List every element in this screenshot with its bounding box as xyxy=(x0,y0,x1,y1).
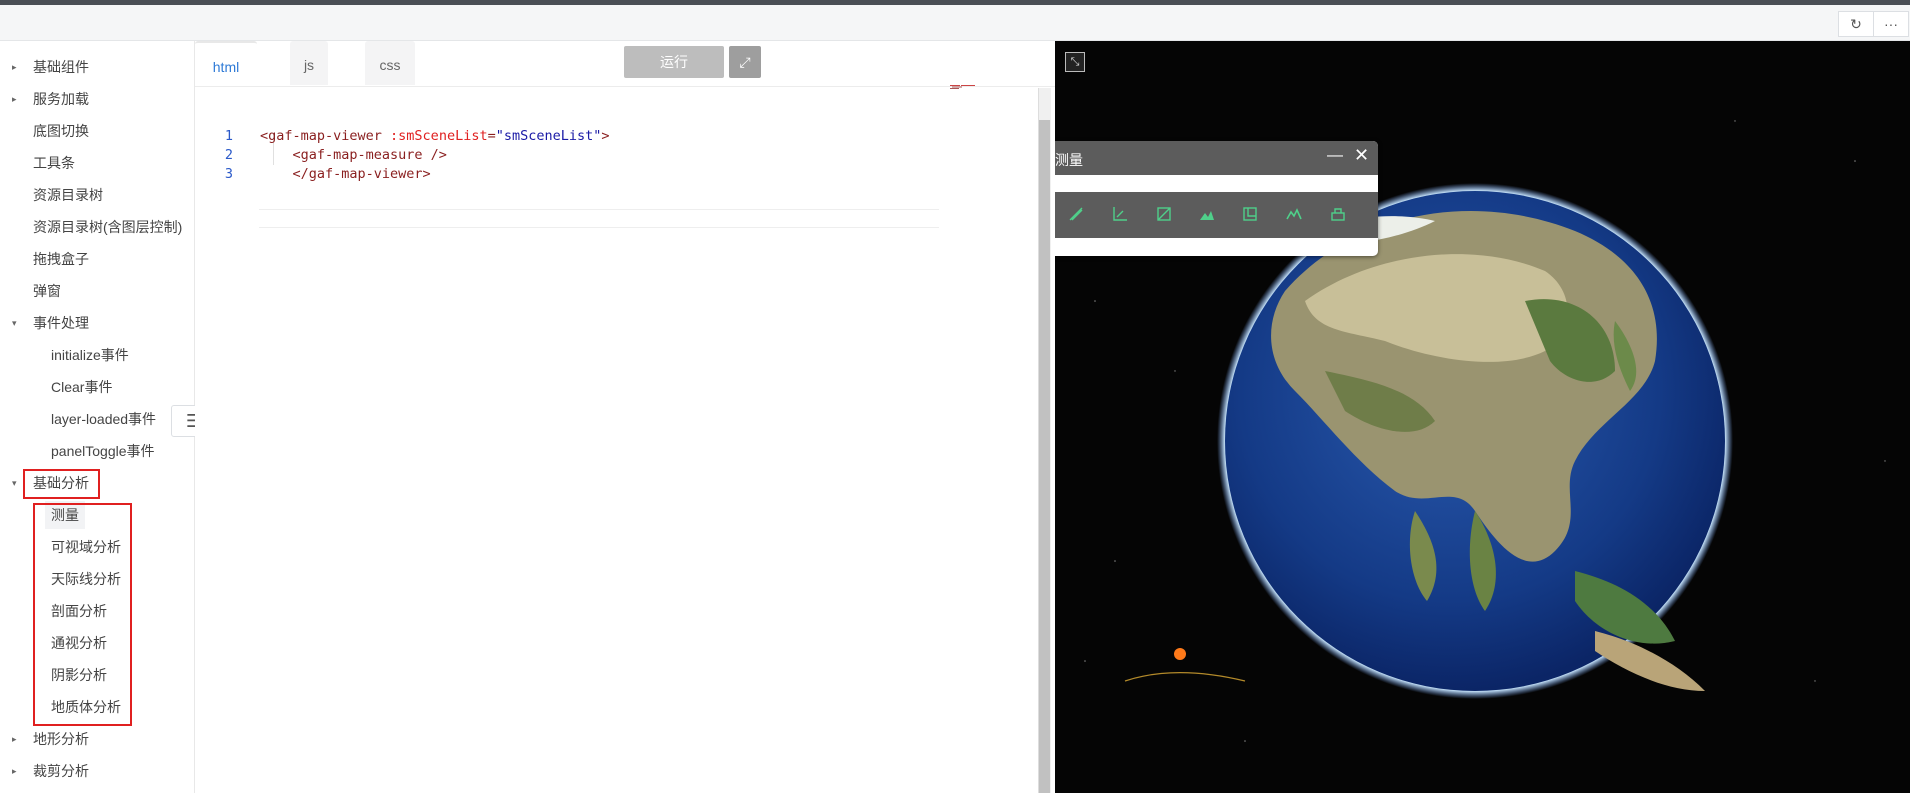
more-button[interactable]: ··· xyxy=(1873,11,1909,37)
minimize-icon[interactable]: — xyxy=(1327,147,1343,165)
height-measure-icon[interactable] xyxy=(1111,205,1129,223)
map-viewer[interactable]: ⤡ 测量 — ✕ xyxy=(1055,41,1910,793)
fullscreen-icon: ⤡ xyxy=(1070,56,1080,68)
measure-panel: 测量 — ✕ xyxy=(1055,141,1378,256)
refresh-button[interactable]: ↻ xyxy=(1838,11,1874,37)
chevron-down-icon: ▾ xyxy=(12,478,17,488)
highlight-box-category xyxy=(23,469,100,499)
chevron-right-icon: ▸ xyxy=(12,766,17,776)
more-icon: ··· xyxy=(1884,16,1898,32)
run-button[interactable]: 运行 xyxy=(624,46,724,78)
map-marker[interactable] xyxy=(1174,648,1186,660)
map-fullscreen-button[interactable]: ⤡ xyxy=(1065,52,1085,72)
sidebar-nav: ▸ 基础组件 ▸ 服务加载 底图切换 工具条 资源目录树 资源目录树(含图层控制) … xyxy=(0,41,195,793)
terrain-area-icon[interactable] xyxy=(1198,205,1216,223)
chevron-right-icon: ▸ xyxy=(12,62,17,72)
toolbar: ↻ ··· xyxy=(0,5,1910,41)
surface-distance-icon[interactable] xyxy=(1285,205,1303,223)
code-editor: html js css 运行 ⤢ 1 <gaf-map-viewer :smSc… xyxy=(195,41,1055,793)
close-icon[interactable]: ✕ xyxy=(1354,145,1369,166)
chevron-right-icon: ▸ xyxy=(12,94,17,104)
code-minimap xyxy=(950,85,975,89)
current-line-highlight xyxy=(259,209,939,228)
highlight-box-children xyxy=(33,503,132,726)
code-line: 3 </gaf-map-viewer> xyxy=(224,166,431,182)
editor-scrollbar-thumb[interactable] xyxy=(1039,120,1050,793)
measure-panel-header: 测量 — ✕ xyxy=(1055,141,1378,175)
chevron-down-icon: ▾ xyxy=(12,318,17,328)
code-line: 2 <gaf-map-measure /> xyxy=(224,147,447,163)
chevron-right-icon: ▸ xyxy=(12,734,17,744)
expand-icon: ⤢ xyxy=(739,54,751,70)
clear-measure-icon[interactable] xyxy=(1329,205,1347,223)
projected-area-icon[interactable] xyxy=(1241,205,1259,223)
fullscreen-button[interactable]: ⤢ xyxy=(729,46,761,78)
distance-measure-icon[interactable] xyxy=(1067,205,1085,223)
refresh-icon: ↻ xyxy=(1850,15,1862,32)
measure-toolbar xyxy=(1055,192,1378,238)
tab-css[interactable]: css xyxy=(365,41,415,85)
code-line: 1 <gaf-map-viewer :smSceneList="smSceneL… xyxy=(224,128,610,144)
tab-html[interactable]: html xyxy=(195,41,257,85)
code-area[interactable]: 1 <gaf-map-viewer :smSceneList="smSceneL… xyxy=(195,87,1040,793)
measure-panel-title: 测量 xyxy=(1055,152,1083,168)
area-measure-icon[interactable] xyxy=(1155,205,1173,223)
tab-js[interactable]: js xyxy=(290,41,328,85)
editor-tabs: html js css 运行 ⤢ xyxy=(195,41,1055,87)
